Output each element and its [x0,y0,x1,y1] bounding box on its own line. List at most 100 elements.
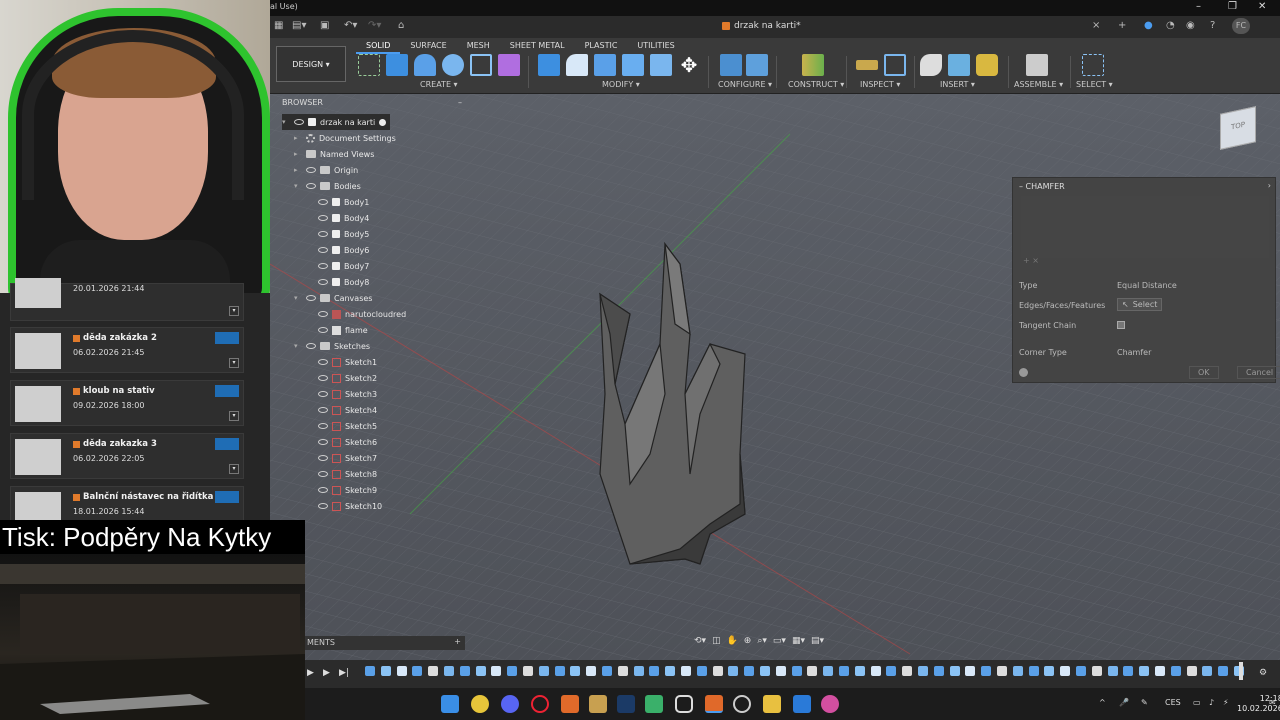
configure-rule-icon[interactable] [746,54,768,76]
microphone-icon[interactable]: 🎤 [1119,698,1129,707]
expand-arrow-icon[interactable]: ▾ [294,182,302,190]
tree-origin[interactable]: ▸ Origin [294,162,358,178]
tab-surface[interactable]: SURFACE [400,39,456,54]
timeline-feature-icon[interactable] [491,666,502,676]
visibility-eye-icon[interactable] [318,247,328,253]
visibility-eye-icon[interactable] [318,503,328,509]
timeline-feature-icon[interactable] [633,666,644,676]
volume-icon[interactable]: ♪ [1209,698,1214,707]
timeline-feature-icon[interactable] [617,666,628,676]
tab-utilities[interactable]: UTILITIES [627,39,684,54]
visibility-eye-icon[interactable] [318,199,328,205]
visibility-eye-icon[interactable] [318,471,328,477]
timeline-feature-icon[interactable] [681,666,691,676]
modify-menu[interactable]: MODIFY ▾ [602,80,640,89]
expand-arrow-icon[interactable]: ▾ [294,342,302,350]
user-avatar[interactable]: FC [1232,18,1250,34]
open-project-button[interactable] [215,385,239,397]
visibility-eye-icon[interactable] [318,407,328,413]
timeline-feature-icon[interactable] [997,666,1007,676]
tree-body-item[interactable]: Body8 [318,274,369,290]
tray-chevron-icon[interactable]: ^ [1099,698,1106,707]
timeline-feature-icon[interactable] [459,666,470,676]
notifications-icon[interactable]: ◉ [1186,20,1195,31]
minimize-button[interactable]: – [1196,1,1201,12]
select-icon[interactable] [1082,54,1104,76]
visibility-eye-icon[interactable] [306,343,316,349]
timeline-feature-icon[interactable] [1170,666,1181,676]
revolve-icon[interactable] [414,54,436,76]
collapse-browser-button[interactable]: – [458,98,462,107]
combine-icon[interactable] [650,54,672,76]
shell-icon[interactable] [622,54,644,76]
timeline-feature-icon[interactable] [981,666,992,676]
timeline-feature-icon[interactable] [728,666,739,676]
timeline-feature-icon[interactable] [602,666,612,676]
timeline-step-forward-icon[interactable]: ▶ [323,668,330,678]
language-indicator[interactable]: CES [1165,698,1181,707]
open-project-button[interactable] [215,332,239,344]
snapchat-icon[interactable] [471,695,489,713]
move-icon[interactable]: ✥ [678,54,700,76]
timeline-feature-icon[interactable] [1218,666,1229,676]
visibility-eye-icon[interactable] [318,231,328,237]
new-component-icon[interactable] [498,54,520,76]
new-tab-button[interactable]: + [1118,20,1126,31]
create-sketch-icon[interactable] [358,54,380,76]
timeline-feature-icon[interactable] [775,666,786,676]
tab-plastic[interactable]: PLASTIC [575,39,628,54]
tree-sketch-item[interactable]: Sketch7 [318,450,377,466]
project-menu-button[interactable]: ▾ [229,464,239,474]
type-dropdown[interactable]: Equal Distance [1117,281,1177,290]
info-icon[interactable] [1019,368,1028,377]
timeline-feature-icon[interactable] [538,666,549,676]
tree-canvas-item[interactable]: flame [318,322,368,338]
timeline-feature-icon[interactable] [1076,666,1086,676]
project-menu-button[interactable]: ▾ [229,306,239,316]
expand-arrow-icon[interactable]: ▾ [282,118,290,126]
home-icon[interactable]: ⌂ [398,20,404,31]
expand-arrow-icon[interactable]: ▸ [294,150,302,158]
timeline-feature-icon[interactable] [396,666,407,676]
power-icon[interactable]: ⚡ [1223,698,1229,707]
fit-icon[interactable]: ⌕▾ [757,636,767,646]
look-at-icon[interactable]: ◫ [712,636,721,646]
tree-sketch-item[interactable]: Sketch2 [318,370,377,386]
timeline-feature-icon[interactable] [1028,666,1039,676]
measure-icon[interactable] [856,60,878,70]
timeline-feature-icon[interactable] [412,666,423,676]
chamfer-selection-list[interactable] [1021,196,1269,258]
timeline-feature-icon[interactable] [586,666,597,676]
timeline-feature-icon[interactable] [965,666,976,676]
interference-icon[interactable] [884,54,906,76]
tree-bodies[interactable]: ▾ Bodies [294,178,361,194]
extrude-icon[interactable] [386,54,408,76]
insert-canvas-icon[interactable] [948,54,970,76]
corner-type-dropdown[interactable]: Chamfer [1117,348,1151,357]
expand-arrow-icon[interactable]: ▾ [294,294,302,302]
comments-panel-header[interactable]: MENTS + [305,636,465,650]
orbit-icon[interactable]: ⟲▾ [694,636,706,646]
cancel-button[interactable]: Cancel [1237,366,1280,379]
open-project-button[interactable] [215,491,239,503]
workspace-switcher[interactable]: DESIGN ▾ [276,46,346,82]
timeline-feature-icon[interactable] [365,666,375,676]
timeline-feature-icon[interactable] [649,666,660,676]
configure-table-icon[interactable] [720,54,742,76]
expand-dialog-icon[interactable]: › [1268,181,1271,190]
visibility-eye-icon[interactable] [306,167,316,173]
app-icon[interactable] [793,695,811,713]
tab-mesh[interactable]: MESH [457,39,500,54]
timeline-feature-icon[interactable] [854,666,865,676]
create-menu[interactable]: CREATE ▾ [420,80,458,89]
tree-named-views[interactable]: ▸ Named Views [294,146,374,162]
expand-arrow-icon[interactable]: ▸ [294,134,302,142]
visibility-eye-icon[interactable] [318,311,328,317]
timeline-feature-icon[interactable] [1123,666,1134,676]
add-row-icon[interactable]: + × [1023,256,1039,265]
tree-sketch-item[interactable]: Sketch4 [318,402,377,418]
app-icon[interactable] [821,695,839,713]
app-icon[interactable] [675,695,693,713]
view-cube[interactable]: TOP [1220,106,1256,150]
app-grid-icon[interactable]: ▦ [274,20,283,31]
